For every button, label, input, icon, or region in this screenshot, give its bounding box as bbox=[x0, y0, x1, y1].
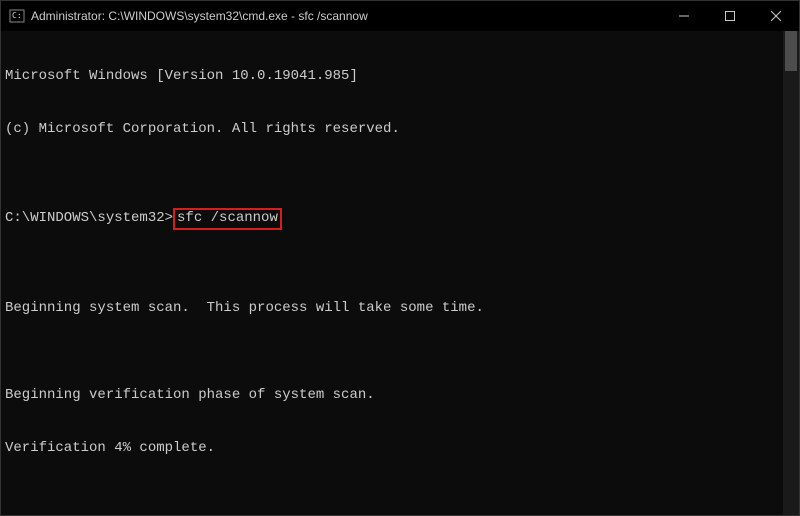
minimize-button[interactable] bbox=[661, 1, 707, 31]
output-line: Beginning verification phase of system s… bbox=[5, 387, 779, 405]
output-line: Microsoft Windows [Version 10.0.19041.98… bbox=[5, 68, 779, 86]
output-line: (c) Microsoft Corporation. All rights re… bbox=[5, 121, 779, 139]
cmd-icon: C: bbox=[9, 8, 25, 24]
output-line: Beginning system scan. This process will… bbox=[5, 300, 779, 318]
titlebar[interactable]: C: Administrator: C:\WINDOWS\system32\cm… bbox=[1, 1, 799, 31]
window-controls bbox=[661, 1, 799, 31]
prompt-line: C:\WINDOWS\system32>sfc /scannow bbox=[5, 208, 779, 230]
scrollbar-thumb[interactable] bbox=[785, 31, 797, 71]
svg-text:C:: C: bbox=[12, 11, 22, 20]
command-highlight: sfc /scannow bbox=[173, 208, 282, 230]
maximize-button[interactable] bbox=[707, 1, 753, 31]
prompt: C:\WINDOWS\system32> bbox=[5, 210, 173, 226]
close-button[interactable] bbox=[753, 1, 799, 31]
cmd-window: C: Administrator: C:\WINDOWS\system32\cm… bbox=[0, 0, 800, 516]
content-area: Microsoft Windows [Version 10.0.19041.98… bbox=[1, 31, 799, 515]
vertical-scrollbar[interactable] bbox=[783, 31, 799, 515]
terminal-output[interactable]: Microsoft Windows [Version 10.0.19041.98… bbox=[1, 31, 783, 515]
output-line: Verification 4% complete. bbox=[5, 440, 779, 458]
window-title: Administrator: C:\WINDOWS\system32\cmd.e… bbox=[31, 9, 661, 23]
